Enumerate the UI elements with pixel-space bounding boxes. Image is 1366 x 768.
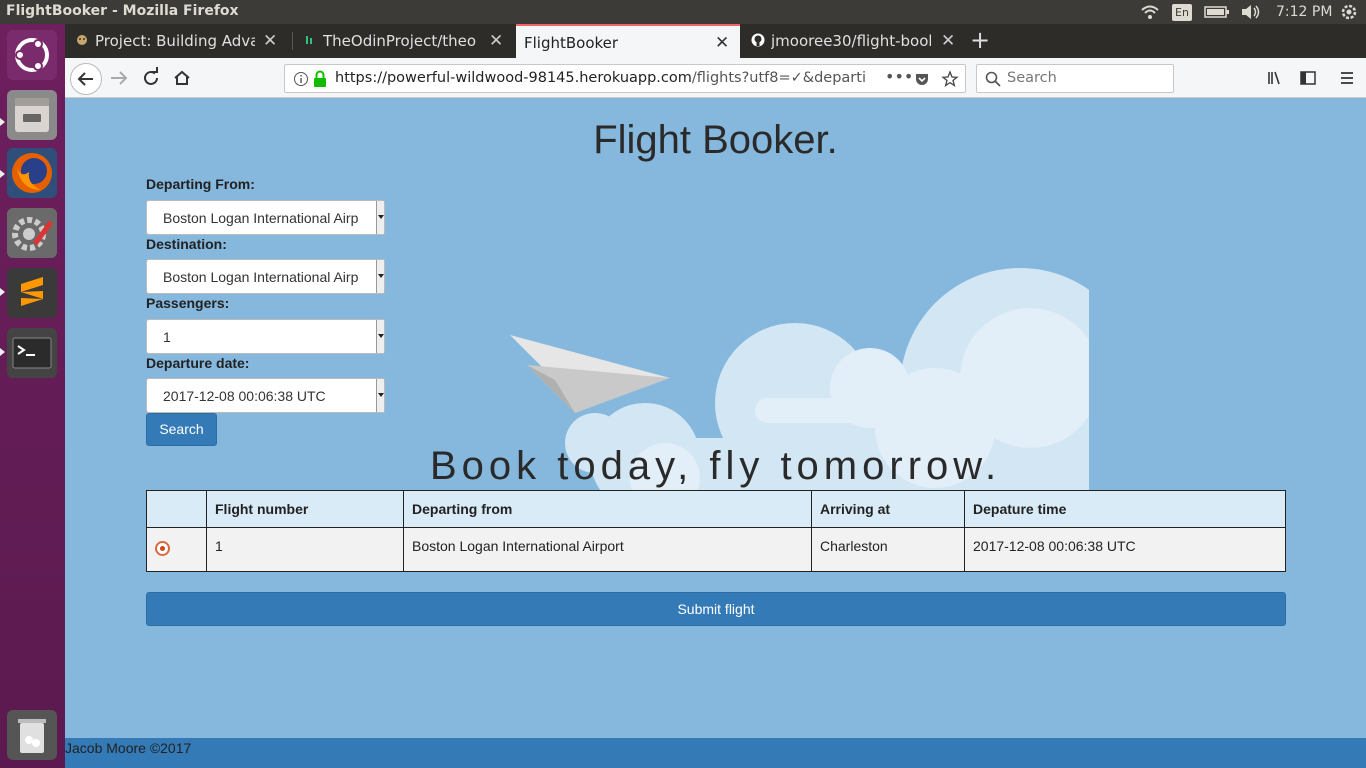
destination-select[interactable]: Boston Logan International Airp: [146, 259, 385, 294]
ubuntu-launcher: [0, 24, 65, 768]
url-host: https://powerful-wildwood-98145.herokuap…: [335, 70, 692, 86]
system-top-bar: FlightBooker - Mozilla Firefox En 7:12 P…: [0, 0, 1366, 24]
reload-button[interactable]: [137, 64, 165, 92]
forward-button[interactable]: [105, 64, 133, 92]
wifi-icon[interactable]: [1140, 2, 1160, 22]
table-header-row: Flight number Departing from Arriving at…: [146, 490, 1286, 528]
bookmark-star-icon[interactable]: [941, 70, 959, 92]
select-cell: [146, 527, 207, 572]
flight-radio-button[interactable]: [155, 541, 170, 556]
departure-time-cell: 2017-12-08 00:06:38 UTC: [964, 527, 1286, 572]
column-header-departure-time: Depature time: [964, 490, 1286, 528]
footer: Jacob Moore ©2017: [65, 738, 1366, 768]
departing-from-select[interactable]: Boston Logan International Airp: [146, 200, 385, 235]
close-icon[interactable]: ✕: [941, 31, 955, 51]
pocket-icon[interactable]: [914, 71, 930, 91]
url-bar[interactable]: https://powerful-wildwood-98145.herokuap…: [284, 64, 966, 93]
column-header-arriving-at: Arriving at: [811, 490, 965, 528]
column-header-flight-number: Flight number: [206, 490, 404, 528]
destination-label: Destination:: [146, 236, 227, 252]
sublime-text-icon[interactable]: [7, 268, 57, 318]
home-button[interactable]: [168, 64, 196, 92]
terminal-icon[interactable]: [7, 328, 57, 378]
departing-from-cell: Boston Logan International Airport: [403, 527, 812, 572]
passengers-label: Passengers:: [146, 295, 230, 311]
files-icon[interactable]: [7, 90, 57, 140]
arriving-at-cell: Charleston: [811, 527, 965, 572]
table-row: 1 Boston Logan International Airport Cha…: [146, 527, 1286, 572]
gear-icon[interactable]: [1340, 2, 1358, 22]
departure-date-value: 2017-12-08 00:06:38 UTC: [163, 388, 326, 404]
departing-from-label: Departing From:: [146, 176, 255, 192]
departure-date-select[interactable]: 2017-12-08 00:06:38 UTC: [146, 378, 385, 413]
passengers-value: 1: [163, 329, 171, 345]
column-header-departing-from: Departing from: [403, 490, 812, 528]
search-placeholder: Search: [1007, 70, 1057, 86]
footer-text: Jacob Moore ©2017: [65, 740, 192, 756]
odin-favicon-icon: [75, 33, 89, 47]
search-icon: [985, 71, 1001, 91]
url-path: /flights?utf8=✓&departi: [691, 70, 866, 86]
submit-flight-button[interactable]: Submit flight: [146, 592, 1286, 626]
close-icon[interactable]: ✕: [263, 31, 277, 51]
departing-from-value: Boston Logan International Airp: [163, 210, 359, 226]
new-tab-button[interactable]: +: [970, 26, 990, 54]
tab-label: jmooree30/flight-booke: [771, 32, 931, 50]
battery-icon[interactable]: [1204, 2, 1230, 22]
tab-label: Project: Building Advanc: [95, 32, 255, 50]
ubuntu-dash-icon[interactable]: [7, 30, 57, 80]
tab-strip: Project: Building Advanc ✕ TheOdinProjec…: [65, 24, 1366, 58]
clock[interactable]: 7:12 PM: [1276, 4, 1332, 24]
close-icon[interactable]: ✕: [489, 31, 503, 51]
search-button[interactable]: Search: [146, 413, 217, 446]
tab-flightbooker[interactable]: FlightBooker ✕: [516, 24, 740, 58]
tab-project-building[interactable]: Project: Building Advanc ✕: [65, 24, 290, 58]
chevron-down-icon: [376, 320, 384, 353]
library-icon[interactable]: [1262, 64, 1290, 92]
hamburger-menu-icon[interactable]: [1333, 64, 1361, 92]
passengers-select[interactable]: 1: [146, 319, 385, 354]
search-bar[interactable]: Search: [976, 64, 1174, 93]
info-icon[interactable]: [293, 71, 309, 91]
firefox-icon[interactable]: [7, 148, 57, 198]
system-settings-icon[interactable]: [7, 208, 57, 258]
back-button[interactable]: [70, 63, 102, 95]
tab-label: TheOdinProject/theo: [323, 32, 477, 50]
keyboard-language-indicator[interactable]: En: [1172, 4, 1192, 21]
running-indicator: [0, 170, 5, 178]
tagline: Book today, fly tomorrow.: [429, 444, 1002, 488]
window-title: FlightBooker - Mozilla Firefox: [6, 3, 239, 19]
column-header-select: [146, 490, 207, 528]
navigation-toolbar: https://powerful-wildwood-98145.herokuap…: [65, 58, 1366, 98]
chevron-down-icon: [376, 201, 384, 234]
lock-icon: [312, 70, 328, 92]
page-title: Flight Booker.: [593, 118, 838, 162]
running-indicator: [0, 288, 5, 296]
web-page: Flight Booker. Departing From: Boston Lo…: [65, 98, 1366, 768]
tab-label: FlightBooker: [524, 34, 619, 52]
running-indicator: [0, 118, 5, 126]
url-text: https://powerful-wildwood-98145.herokuap…: [335, 70, 875, 86]
chevron-down-icon: [376, 379, 384, 412]
sound-favicon-icon: [303, 33, 317, 47]
running-indicator: [0, 348, 5, 356]
volume-icon[interactable]: [1240, 2, 1262, 22]
flight-number-cell: 1: [206, 527, 404, 572]
tab-github-flight-booker[interactable]: jmooree30/flight-booke ✕: [741, 24, 965, 58]
page-actions-icon[interactable]: •••: [885, 67, 913, 86]
trash-icon[interactable]: [7, 710, 57, 760]
close-icon[interactable]: ✕: [715, 33, 729, 53]
tab-odin-github[interactable]: TheOdinProject/theo ✕: [293, 24, 515, 58]
departure-date-label: Departure date:: [146, 355, 250, 371]
chevron-down-icon: [376, 260, 384, 293]
destination-value: Boston Logan International Airp: [163, 269, 359, 285]
flights-table: Flight number Departing from Arriving at…: [146, 490, 1286, 572]
sidebar-icon[interactable]: [1294, 64, 1322, 92]
github-favicon-icon: [751, 33, 765, 47]
